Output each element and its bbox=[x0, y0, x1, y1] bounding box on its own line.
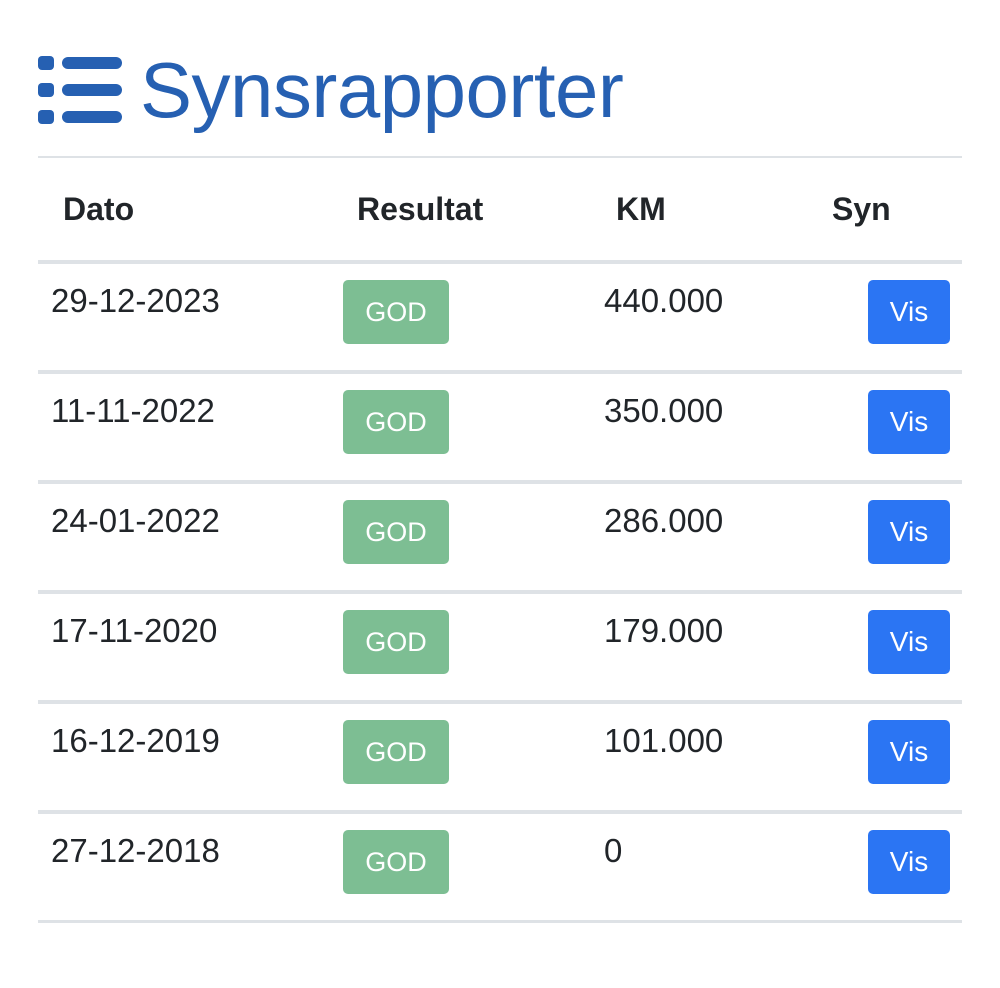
result-badge: GOD bbox=[343, 280, 449, 344]
view-report-button[interactable]: Vis bbox=[868, 500, 950, 564]
inspection-table: Dato Resultat KM Syn 29-12-2023 GOD 440.… bbox=[38, 156, 962, 923]
view-report-button[interactable]: Vis bbox=[868, 390, 950, 454]
table-row: 29-12-2023 GOD 440.000 Vis bbox=[38, 264, 962, 374]
table-row: 27-12-2018 GOD 0 Vis bbox=[38, 814, 962, 923]
cell-date: 16-12-2019 bbox=[51, 722, 220, 759]
cell-date: 17-11-2020 bbox=[51, 612, 218, 649]
column-header-date: Dato bbox=[63, 191, 135, 227]
view-report-button[interactable]: Vis bbox=[868, 830, 950, 894]
result-badge: GOD bbox=[343, 720, 449, 784]
cell-km: 179.000 bbox=[604, 612, 724, 649]
table-row: 16-12-2019 GOD 101.000 Vis bbox=[38, 704, 962, 814]
table-row: 17-11-2020 GOD 179.000 Vis bbox=[38, 594, 962, 704]
page-title: Synsrapporter bbox=[140, 46, 624, 134]
result-badge: GOD bbox=[343, 500, 449, 564]
result-badge: GOD bbox=[343, 610, 449, 674]
result-badge: GOD bbox=[343, 390, 449, 454]
cell-km: 0 bbox=[604, 832, 623, 869]
list-icon bbox=[38, 56, 122, 124]
cell-km: 350.000 bbox=[604, 392, 724, 429]
cell-date: 29-12-2023 bbox=[51, 282, 220, 319]
cell-km: 440.000 bbox=[604, 282, 724, 319]
table-row: 11-11-2022 GOD 350.000 Vis bbox=[38, 374, 962, 484]
view-report-button[interactable]: Vis bbox=[868, 720, 950, 784]
result-badge: GOD bbox=[343, 830, 449, 894]
table-header-row: Dato Resultat KM Syn bbox=[38, 158, 962, 264]
cell-date: 11-11-2022 bbox=[51, 392, 215, 429]
table-row: 24-01-2022 GOD 286.000 Vis bbox=[38, 484, 962, 594]
cell-km: 101.000 bbox=[604, 722, 724, 759]
cell-km: 286.000 bbox=[604, 502, 724, 539]
cell-date: 24-01-2022 bbox=[51, 502, 220, 539]
page-header: Synsrapporter bbox=[38, 40, 624, 140]
column-header-km: KM bbox=[616, 191, 666, 227]
view-report-button[interactable]: Vis bbox=[868, 610, 950, 674]
column-header-inspection: Syn bbox=[832, 191, 891, 227]
cell-date: 27-12-2018 bbox=[51, 832, 220, 869]
view-report-button[interactable]: Vis bbox=[868, 280, 950, 344]
column-header-result: Resultat bbox=[357, 191, 484, 227]
